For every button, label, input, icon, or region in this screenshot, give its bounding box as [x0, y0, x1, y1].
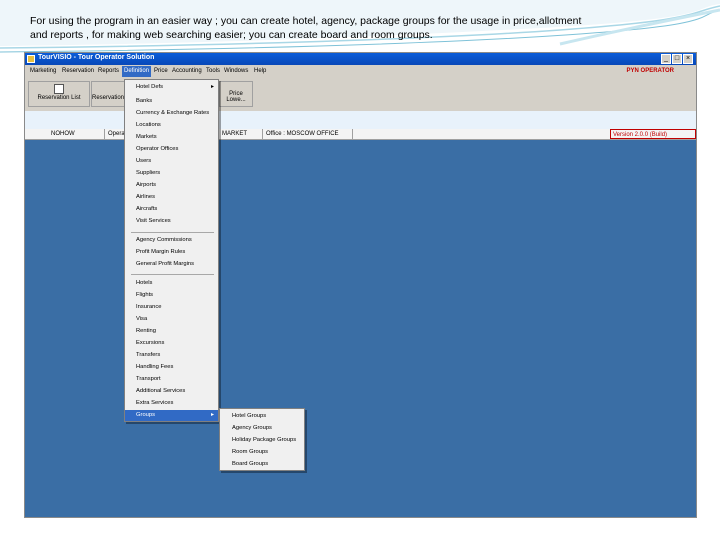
- menu-item-locations[interactable]: Locations: [125, 120, 218, 131]
- menu-reports[interactable]: Reports: [98, 68, 119, 74]
- reservation-label: Reservation: [92, 95, 125, 101]
- maximize-button[interactable]: □: [672, 54, 682, 64]
- menu-item-additional-services[interactable]: Additional Services: [125, 386, 218, 397]
- menu-reservation[interactable]: Reservation: [62, 68, 94, 74]
- menu-item-general-profit-margins[interactable]: General Profit Margins: [125, 259, 218, 270]
- document-icon: [54, 84, 64, 94]
- menu-item-flights[interactable]: Flights: [125, 290, 218, 301]
- groups-submenu: Hotel Groups Agency Groups Holiday Packa…: [219, 408, 305, 471]
- menu-definition[interactable]: Definition: [122, 66, 152, 77]
- menu-item-transport[interactable]: Transport: [125, 374, 218, 385]
- menu-accounting[interactable]: Accounting: [172, 68, 202, 74]
- submenu-arrow-icon: ▸: [210, 84, 214, 90]
- slide-caption: For using the program in an easier way ;…: [30, 15, 582, 41]
- menu-item-renting[interactable]: Renting: [125, 326, 218, 337]
- price-lowest-label: Price Lowe...: [226, 91, 246, 103]
- window-title: TourVISIO - Tour Operator Solution: [38, 54, 155, 61]
- current-user-label: PYN OPERATOR: [626, 68, 674, 74]
- menu-bar: Marketing Reservation Reports Definition…: [25, 65, 696, 79]
- menu-item-visa[interactable]: Visa: [125, 314, 218, 325]
- menu-item-excursions[interactable]: Excursions: [125, 338, 218, 349]
- menu-item-banks[interactable]: Banks: [125, 96, 218, 107]
- submenu-hotel-groups[interactable]: Hotel Groups: [220, 410, 304, 422]
- window-titlebar[interactable]: TourVISIO - Tour Operator Solution _ □ ×: [25, 53, 696, 65]
- menu-help[interactable]: Help: [254, 68, 266, 74]
- menu-marketing[interactable]: Marketing: [30, 68, 56, 74]
- reservation-list-label: Reservation List: [37, 95, 81, 101]
- menu-item-airlines[interactable]: Airlines: [125, 192, 218, 203]
- reservation-list-button[interactable]: Reservation List: [28, 81, 90, 107]
- menu-item-visit-services[interactable]: Visit Services: [125, 216, 218, 227]
- submenu-agency-groups[interactable]: Agency Groups: [220, 422, 304, 434]
- menu-item-groups[interactable]: Groups ▸: [125, 410, 218, 421]
- menu-item-profit-margin-rules[interactable]: Profit Margin Rules: [125, 247, 218, 258]
- reservation-button[interactable]: Reservation: [91, 81, 125, 107]
- menu-item-agency-commissions[interactable]: Agency Commissions: [125, 235, 218, 246]
- submenu-board-groups[interactable]: Board Groups: [220, 458, 304, 470]
- menu-item-users[interactable]: Users: [125, 156, 218, 167]
- menu-item-currency-exchange[interactable]: Currency & Exchange Rates: [125, 108, 218, 119]
- app-logo-icon: [27, 55, 35, 63]
- minimize-button[interactable]: _: [661, 54, 671, 64]
- menu-item-insurance[interactable]: Insurance: [125, 302, 218, 313]
- status-office: Office : MOSCOW OFFICE: [263, 129, 353, 139]
- menu-item-airports[interactable]: Airports: [125, 180, 218, 191]
- close-button[interactable]: ×: [683, 54, 693, 64]
- menu-item-handling-fees[interactable]: Handling Fees: [125, 362, 218, 373]
- menu-item-hotels[interactable]: Hotels: [125, 278, 218, 289]
- menu-item-suppliers[interactable]: Suppliers: [125, 168, 218, 179]
- price-lowest-button[interactable]: Price Lowe...: [219, 81, 253, 107]
- status-market: MARKET: [219, 129, 263, 139]
- version-label: Version 2.0.0 (Build): [610, 129, 696, 139]
- menu-separator: [131, 232, 214, 233]
- application-window: TourVISIO - Tour Operator Solution _ □ ×…: [24, 52, 697, 518]
- menu-item-operator-offices[interactable]: Operator Offices: [125, 144, 218, 155]
- menu-price[interactable]: Price: [154, 68, 168, 74]
- menu-item-aircrafts[interactable]: Aircrafts: [125, 204, 218, 215]
- status-role: Operator: [105, 129, 125, 139]
- submenu-room-groups[interactable]: Room Groups: [220, 446, 304, 458]
- menu-item-transfers[interactable]: Transfers: [125, 350, 218, 361]
- menu-item-markets[interactable]: Markets: [125, 132, 218, 143]
- status-company: NOHOW: [25, 129, 105, 139]
- submenu-holiday-package-groups[interactable]: Holiday Package Groups: [220, 434, 304, 446]
- menu-item-hotel-defs[interactable]: Hotel Defs ▸: [125, 82, 218, 93]
- menu-separator: [131, 274, 214, 275]
- menu-windows[interactable]: Windows: [224, 68, 248, 74]
- menu-tools[interactable]: Tools: [206, 68, 220, 74]
- definition-dropdown-menu: Hotel Defs ▸ Banks Currency & Exchange Ra…: [124, 79, 219, 422]
- submenu-arrow-icon: ▸: [210, 412, 214, 418]
- menu-item-extra-services[interactable]: Extra Services: [125, 398, 218, 409]
